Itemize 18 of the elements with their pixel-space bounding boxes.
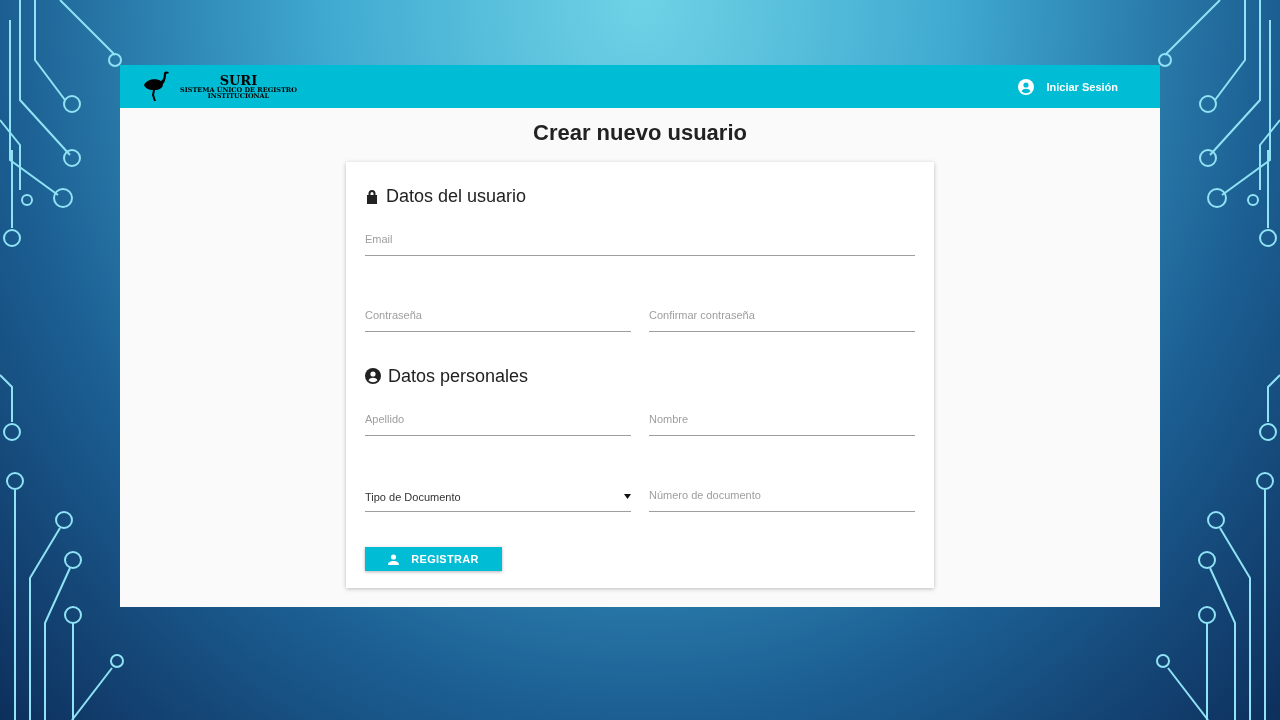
input-field[interactable]: Contraseña [365, 304, 631, 332]
input-field[interactable]: Nombre [649, 408, 915, 436]
input-field[interactable]: Confirmar contraseña [649, 304, 915, 332]
page-title: Crear nuevo usuario [533, 120, 747, 146]
register-button[interactable]: REGISTRAR [365, 547, 502, 571]
person-icon [388, 553, 400, 565]
section-title: Datos del usuario [386, 185, 527, 208]
input-field[interactable]: Apellido [365, 408, 631, 436]
select-field[interactable]: Tipo de Documento [365, 484, 631, 512]
account-circle-icon [1018, 78, 1035, 95]
login-link[interactable]: Iniciar Sesión [1018, 78, 1118, 95]
input-field[interactable]: Número de documento [649, 484, 915, 512]
input-field[interactable]: Email [365, 228, 915, 256]
lock-icon [365, 188, 379, 204]
logo-title: SURI [219, 73, 258, 87]
caret-icon [624, 494, 631, 499]
section-title: Datos personales [388, 365, 529, 388]
account-circle-icon [365, 368, 381, 384]
